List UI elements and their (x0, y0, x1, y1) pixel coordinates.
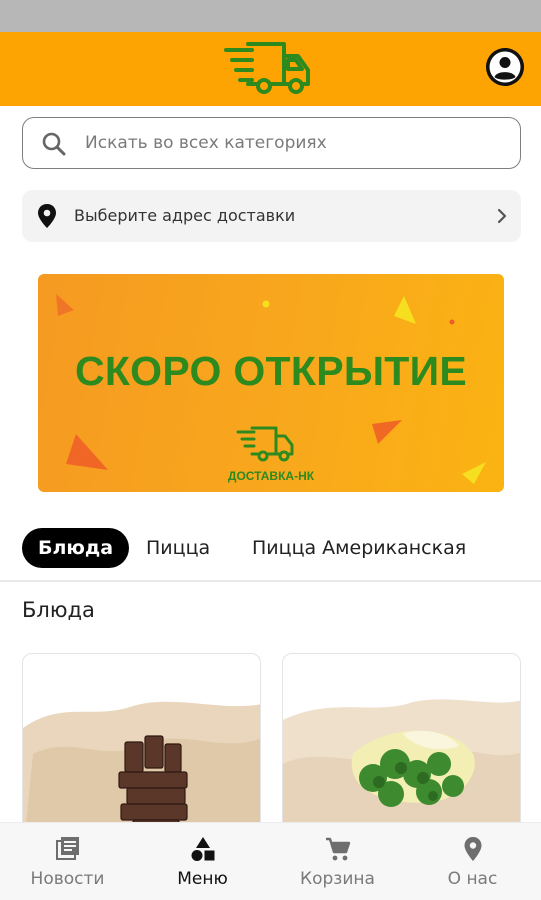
search-icon (42, 132, 66, 156)
account-circle-icon (486, 48, 524, 86)
location-pin-icon (38, 204, 56, 228)
location-pin-icon (464, 837, 482, 861)
address-label: Выберите адрес доставки (74, 206, 296, 225)
divider (0, 580, 541, 582)
promo-banner[interactable]: СКОРО ОТКРЫТИЕ ДОСТАВКА-НК (38, 274, 504, 492)
section-title: Блюда (22, 598, 95, 622)
nav-label: О нас (447, 869, 498, 889)
nav-menu[interactable]: Меню (135, 823, 270, 900)
news-icon (56, 837, 79, 860)
delivery-truck-icon (236, 426, 294, 462)
chevron-right-icon (497, 208, 507, 224)
nav-label: Корзина (300, 869, 375, 889)
search-box[interactable] (22, 117, 521, 169)
nav-news[interactable]: Новости (0, 823, 135, 900)
delivery-address-selector[interactable]: Выберите адрес доставки (22, 190, 521, 242)
nav-label: Новости (30, 869, 105, 889)
tab-pizza[interactable]: Пицца (130, 528, 226, 568)
search-input[interactable] (85, 126, 505, 160)
cart-icon (326, 837, 351, 861)
bottom-navigation: Новости Меню Корзина О нас (0, 822, 541, 900)
banner-subtitle: ДОСТАВКА-НК (227, 469, 315, 483)
nav-label: Меню (177, 869, 228, 889)
nav-about[interactable]: О нас (405, 823, 540, 900)
status-bar (0, 0, 541, 32)
nav-cart[interactable]: Корзина (270, 823, 405, 900)
banner-title: СКОРО ОТКРЫТИЕ (74, 348, 468, 394)
profile-button[interactable] (486, 48, 524, 86)
tab-dishes[interactable]: Блюда (22, 528, 130, 568)
category-tabs: Блюда Пицца Пицца Американская (0, 528, 541, 570)
shapes-icon (191, 837, 215, 861)
delivery-truck-icon (224, 42, 310, 94)
app-header (0, 32, 541, 106)
tab-american-pizza[interactable]: Пицца Американская (236, 528, 482, 568)
